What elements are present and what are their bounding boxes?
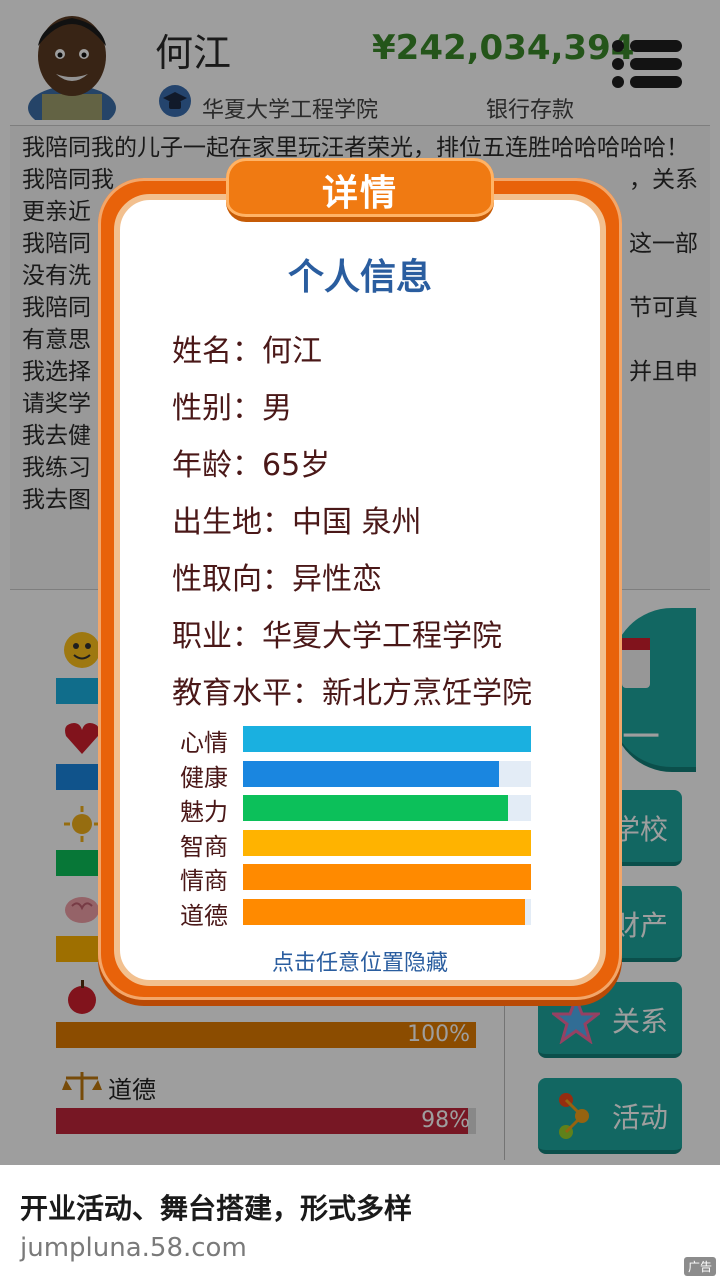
attr-bar-iq: [243, 829, 531, 856]
popup-title-banner: 详情: [226, 158, 494, 222]
ad-url: jumpluna.58.com: [20, 1233, 247, 1263]
ad-tag: 广告: [683, 1257, 716, 1276]
attr-bar-health: [243, 760, 531, 787]
tap-to-hide-hint: 点击任意位置隐藏: [271, 951, 448, 976]
info-name: 姓名：何江: [172, 334, 322, 369]
attr-bar-fill-health: [243, 760, 500, 787]
attr-bar-eq: [243, 864, 531, 890]
info-education: 教育水平：新北方烹饪学院: [172, 676, 532, 711]
attr-label-eq: 情商: [180, 867, 228, 895]
info-occupation: 职业：华夏大学工程学院: [172, 619, 502, 654]
attr-label-health: 健康: [180, 763, 228, 792]
attr-bar-morality: [243, 898, 531, 925]
ad-banner[interactable]: 开业活动、舞台搭建，形式多样 jumpluna.58.com 广告: [0, 1165, 720, 1280]
popup-title: 详情: [321, 173, 398, 214]
info-birthplace: 出生地：中国 泉州: [172, 505, 422, 540]
attr-bar-fill-mood: [243, 726, 531, 752]
attr-label-charm: 魅力: [180, 798, 228, 826]
personal-info-heading: 个人信息: [287, 257, 432, 298]
ad-tag-label: 广告: [687, 1260, 712, 1274]
attr-bar-charm: [243, 795, 531, 821]
details-popup[interactable]: 详情 个人信息 姓名：何江 性别：男 年龄：65岁 出生地：中国 泉州 性取向：…: [98, 158, 622, 1000]
attr-bar-fill-eq: [243, 864, 531, 890]
attr-label-morality: 道德: [180, 901, 228, 930]
ad-title: 开业活动、舞台搭建，形式多样: [20, 1192, 413, 1225]
attr-label-mood: 心情: [180, 729, 228, 757]
attr-bar-fill-morality: [243, 898, 526, 925]
info-age: 年龄：65岁: [172, 448, 331, 483]
attr-bar-fill-iq: [243, 829, 531, 856]
attr-bar-mood: [243, 726, 531, 752]
info-gender: 性别：男: [172, 391, 292, 426]
info-orientation: 性取向：异性恋: [172, 562, 382, 597]
attr-bar-fill-charm: [243, 795, 508, 821]
attr-label-iq: 智商: [180, 832, 228, 861]
